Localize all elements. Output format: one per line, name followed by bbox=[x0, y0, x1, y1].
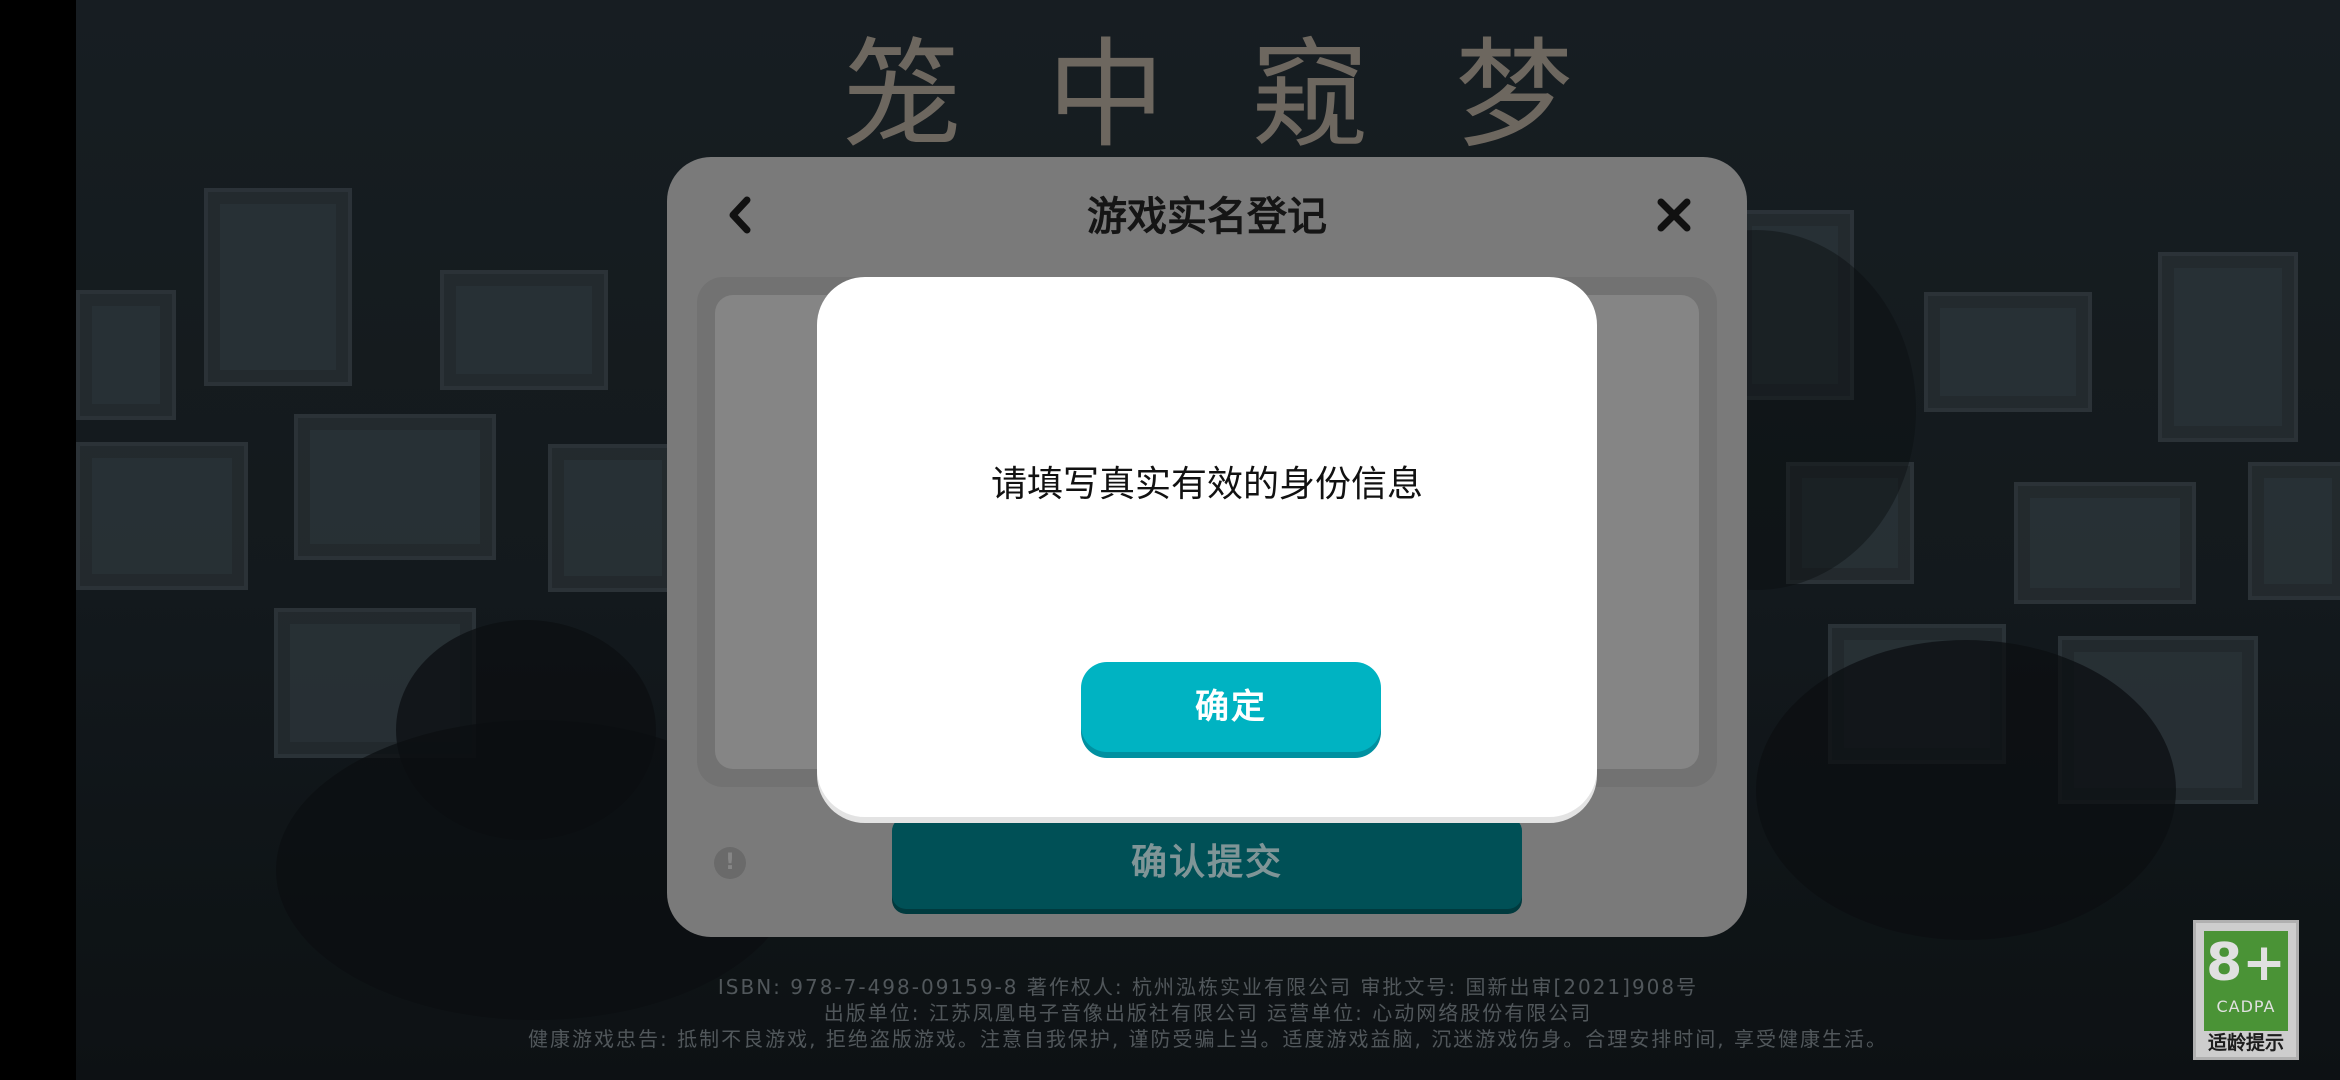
game-screen: 笼中窥梦 ISBN: 978-7-498-09159-8 著作权人: 杭州泓栋实… bbox=[0, 0, 2340, 1080]
close-icon bbox=[1657, 198, 1691, 232]
ok-button[interactable]: 确定 bbox=[1081, 662, 1381, 752]
confirm-submit-button[interactable]: 确认提交 bbox=[892, 817, 1522, 909]
alert-message: 请填写真实有效的身份信息 bbox=[990, 464, 1423, 505]
close-button[interactable] bbox=[1649, 187, 1699, 243]
info-icon[interactable]: ! bbox=[714, 847, 746, 879]
alert-dialog: 请填写真实有效的身份信息 确定 bbox=[817, 277, 1597, 817]
registration-title: 游戏实名登记 bbox=[1087, 194, 1327, 240]
